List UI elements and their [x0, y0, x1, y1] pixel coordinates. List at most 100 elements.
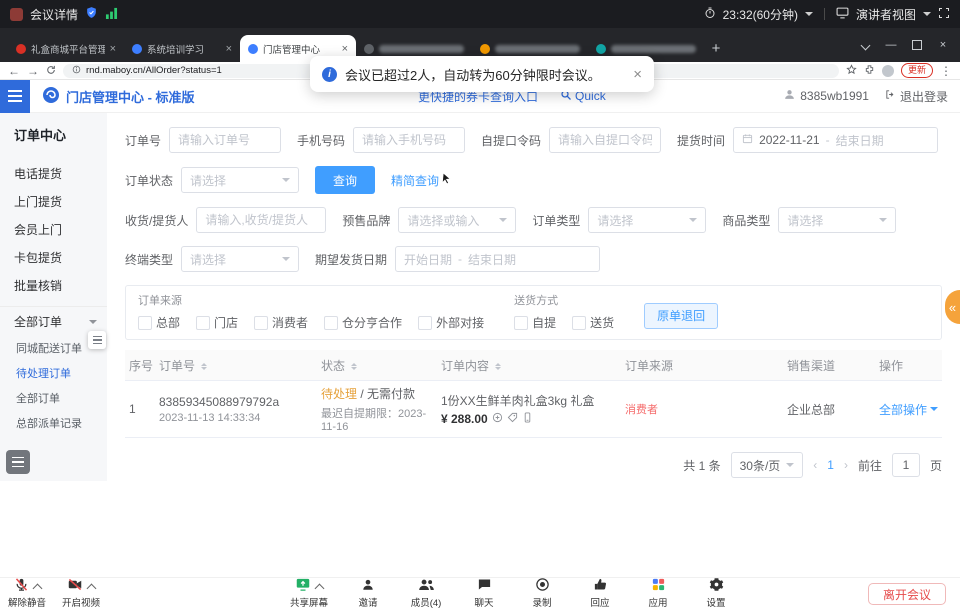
toolbar-members[interactable]: 成员(4) [408, 578, 444, 609]
bookmark-star-icon[interactable] [846, 62, 857, 80]
window-close-button[interactable]: × [930, 28, 956, 62]
header-status[interactable]: 状态 [321, 357, 441, 374]
sidebar-item-door-pickup[interactable]: 上门提货 [0, 188, 107, 216]
pickup-code-input[interactable] [549, 127, 661, 153]
toolbar-record[interactable]: 录制 [524, 578, 560, 609]
sidebar-drag-handle[interactable] [88, 331, 106, 349]
next-page-button[interactable]: › [844, 458, 848, 472]
checkbox-store[interactable]: 门店 [196, 314, 238, 331]
sort-icon[interactable] [351, 360, 357, 373]
tab-close-icon[interactable]: × [342, 43, 348, 55]
phone-input[interactable] [353, 127, 465, 153]
meeting-details-button[interactable]: 会议详情 [30, 6, 78, 23]
chat-bubble-icon [477, 577, 492, 597]
sidebar-subitem-all-orders[interactable]: 全部订单 [0, 387, 107, 412]
all-actions-dropdown[interactable]: 全部操作 [879, 401, 942, 418]
pickup-start-date[interactable]: 2022-11-21 [759, 133, 820, 147]
header-order-no[interactable]: 订单号 [159, 357, 321, 374]
browser-update-button[interactable]: 更新 [901, 63, 933, 78]
header-label: 状态 [321, 359, 345, 373]
share-options-caret-icon[interactable] [315, 583, 325, 593]
expect-date-range-picker[interactable]: 开始日期 - 结束日期 [395, 246, 600, 272]
brand-select[interactable]: 请选择或输入 [398, 207, 516, 233]
view-mode-caret-icon[interactable] [923, 12, 931, 20]
sort-icon[interactable] [495, 360, 501, 373]
checkbox-self-pickup[interactable]: 自提 [514, 314, 556, 331]
timer-caret-icon[interactable] [805, 12, 813, 20]
browser-tab[interactable]: 礼盒商城平台管理中心 × [8, 35, 124, 62]
leave-meeting-button[interactable]: 离开会议 [868, 583, 946, 605]
goods-type-select[interactable]: 请选择 [778, 207, 896, 233]
new-tab-button[interactable]: + [704, 36, 728, 60]
toolbar-share-screen[interactable]: 共享屏幕 [290, 578, 328, 609]
fullscreen-icon[interactable] [938, 7, 950, 22]
goto-page-input[interactable] [892, 453, 920, 477]
page-info-icon[interactable] [72, 65, 81, 77]
browser-menu-kebab-icon[interactable]: ⋮ [940, 65, 952, 77]
pickup-end-date[interactable]: 结束日期 [836, 132, 884, 149]
user-account[interactable]: 8385wb1991 [783, 88, 869, 104]
cell-content: 1份XX生鲜羊肉礼盒3kg 礼盒 ¥ 288.00 [441, 392, 625, 426]
sidebar-item-batch-verify[interactable]: 批量核销 [0, 272, 107, 300]
prev-page-button[interactable]: ‹ [813, 458, 817, 472]
simple-search-link[interactable]: 精简查询 [391, 172, 452, 189]
page-size-select[interactable]: 30条/页 [731, 452, 804, 478]
toast-close-icon[interactable]: × [633, 66, 642, 83]
toolbar-start-video[interactable]: 开启视频 [62, 578, 100, 609]
tab-close-icon[interactable]: × [110, 43, 116, 55]
main-content: 订单号 手机号码 自提口令码 提货时间 [107, 113, 960, 578]
toolbar-unmute[interactable]: 解除静音 [8, 578, 46, 609]
sidebar-item-card-pickup[interactable]: 卡包提货 [0, 244, 107, 272]
mic-options-caret-icon[interactable] [32, 583, 42, 593]
sidebar-item-phone-pickup[interactable]: 电话提货 [0, 160, 107, 188]
window-minimize-button[interactable]: — [878, 28, 904, 62]
browser-profile-avatar[interactable] [882, 65, 894, 77]
header-content[interactable]: 订单内容 [441, 357, 625, 374]
toolbar-invite[interactable]: 邀请 [350, 578, 386, 609]
back-icon[interactable]: ← [8, 65, 20, 77]
receiver-input[interactable] [196, 207, 326, 233]
view-mode-label[interactable]: 演讲者视图 [856, 6, 916, 23]
order-status-select[interactable]: 请选择 [181, 167, 299, 193]
meeting-floating-menu-button[interactable] [6, 450, 30, 474]
tab-search-icon[interactable] [852, 28, 878, 62]
expect-end-date[interactable]: 结束日期 [468, 251, 516, 268]
video-options-caret-icon[interactable] [87, 583, 97, 593]
order-number[interactable]: 83859345088979792a [159, 395, 321, 409]
checkbox-external[interactable]: 外部对接 [418, 314, 484, 331]
cell-action: 全部操作 [879, 401, 942, 418]
current-page[interactable]: 1 [827, 458, 834, 472]
window-maximize-button[interactable] [904, 28, 930, 62]
toolbar-reactions[interactable]: 回应 [582, 578, 618, 609]
checkbox-hq[interactable]: 总部 [138, 314, 180, 331]
extensions-puzzle-icon[interactable] [864, 62, 875, 80]
checkbox-delivery[interactable]: 送货 [572, 314, 614, 331]
sidebar-item-member-visit[interactable]: 会员上门 [0, 216, 107, 244]
sidebar-collapse-button[interactable] [0, 80, 30, 113]
terminal-type-select[interactable]: 请选择 [181, 246, 299, 272]
browser-tab[interactable]: 系统培训学习 × [124, 35, 240, 62]
checkbox-consumer[interactable]: 消费者 [254, 314, 308, 331]
meeting-bottom-toolbar: 解除静音 开启视频 共享屏幕 [0, 577, 960, 610]
sidebar-subitem-pending-orders[interactable]: 待处理订单 [0, 362, 107, 387]
toolbar-chat[interactable]: 聊天 [466, 578, 502, 609]
forward-icon[interactable]: → [27, 65, 39, 77]
sidebar-subitem-hq-dispatch-log[interactable]: 总部派单记录 [0, 412, 107, 437]
terminal-type-label: 终端类型 [125, 251, 173, 268]
pickup-time-range-picker[interactable]: 2022-11-21 - 结束日期 [733, 127, 938, 153]
checkbox-warehouse-coop[interactable]: 仓分亨合作 [324, 314, 402, 331]
security-shield-icon[interactable] [85, 6, 98, 22]
toolbar-settings[interactable]: 设置 [698, 578, 734, 609]
order-no-input[interactable] [169, 127, 281, 153]
logout-button[interactable]: 退出登录 [885, 88, 948, 105]
tab-close-icon[interactable]: × [226, 43, 232, 55]
order-type-select[interactable]: 请选择 [588, 207, 706, 233]
reload-icon[interactable] [46, 62, 56, 80]
toolbar-apps[interactable]: 应用 [640, 578, 676, 609]
order-status-placeholder: 请选择 [190, 172, 226, 189]
original-order-return-button[interactable]: 原单退回 [644, 303, 718, 329]
sort-icon[interactable] [201, 360, 207, 373]
header-index: 序号 [125, 357, 159, 374]
search-button[interactable]: 查询 [315, 166, 375, 194]
expect-start-date[interactable]: 开始日期 [404, 251, 452, 268]
